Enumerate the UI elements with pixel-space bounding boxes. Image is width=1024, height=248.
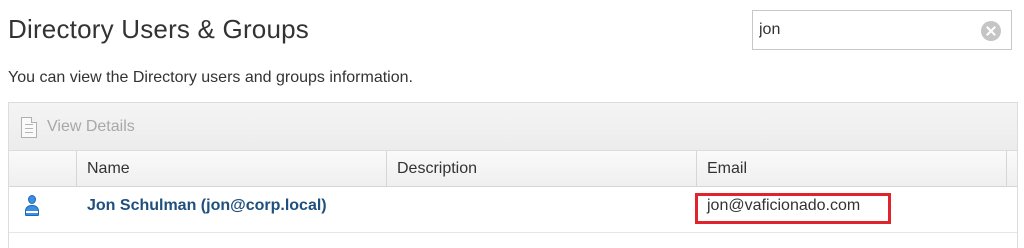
view-details-button[interactable]: View Details	[21, 115, 135, 139]
column-header-name-label: Name	[87, 159, 130, 177]
search-input[interactable]	[759, 19, 969, 41]
directory-users-groups-page: Directory Users & Groups You can view th…	[0, 0, 1024, 248]
row-name-cell: Jon Schulman (jon@corp.local)	[87, 197, 327, 214]
column-header-email-label: Email	[707, 159, 748, 177]
table-row[interactable]: Jon Schulman (jon@corp.local) jon@vafici…	[9, 187, 1017, 233]
row-description-cell	[387, 187, 697, 225]
table-header: Name Description Email	[9, 151, 1017, 187]
grid-toolbar: View Details	[9, 103, 1017, 151]
page-title: Directory Users & Groups	[8, 14, 309, 44]
column-header-icon	[9, 151, 77, 186]
search-box[interactable]	[752, 10, 1012, 50]
column-header-email[interactable]: Email	[697, 151, 1007, 186]
users-groups-grid: View Details Name Description Email Jon …	[8, 102, 1018, 248]
row-type-cell	[15, 187, 55, 225]
email-highlight-box	[695, 193, 891, 224]
page-description: You can view the Directory users and gro…	[8, 69, 413, 86]
clear-search-icon[interactable]	[981, 21, 1001, 41]
column-header-description[interactable]: Description	[387, 151, 697, 186]
view-details-label: View Details	[47, 118, 135, 135]
column-header-description-label: Description	[397, 159, 478, 177]
document-icon	[21, 116, 37, 138]
column-header-name[interactable]: Name	[77, 151, 387, 186]
user-icon	[25, 195, 39, 217]
